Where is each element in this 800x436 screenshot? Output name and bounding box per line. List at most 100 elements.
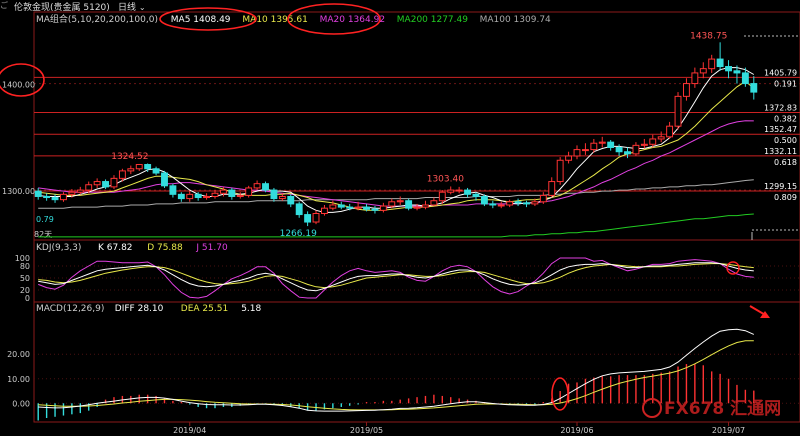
candle-up	[312, 213, 320, 223]
candle-up	[497, 204, 505, 207]
candle-down	[270, 189, 278, 200]
candle-up	[447, 189, 455, 193]
date-label: 2019/04	[173, 426, 206, 435]
candle-up	[76, 189, 84, 193]
candle-down	[405, 200, 413, 209]
candle-down	[716, 58, 724, 68]
macd-tick-label: 20.00	[7, 350, 30, 359]
kdj-tick-label: 0	[25, 294, 30, 303]
candle-up	[657, 136, 665, 140]
candle-down	[295, 203, 303, 216]
candle-up	[556, 159, 564, 183]
candle-up	[203, 195, 211, 199]
chart-svg: 1400.00 1300.00 0.79 82天 1405.79 0.191 1372.83…	[0, 3, 800, 435]
fib-ratio-label: 0.618	[774, 158, 797, 167]
candle-down	[472, 193, 480, 197]
candle-down	[177, 193, 185, 200]
fib-ratio-label: 0.191	[774, 79, 797, 88]
candle-up	[118, 170, 126, 179]
candle-down	[43, 195, 51, 199]
candle-up	[455, 189, 463, 192]
axis-label-1300: 1300.00	[2, 187, 35, 196]
candle-down	[615, 146, 623, 153]
candle-down	[304, 214, 312, 223]
macd-tick-label: 10.00	[7, 375, 30, 384]
left-text-days: 82天	[34, 230, 52, 239]
candle-up	[531, 201, 539, 205]
candle-down	[733, 70, 741, 74]
candle-up	[127, 168, 135, 172]
kdj-d-line	[38, 263, 754, 289]
candle-down	[624, 151, 631, 155]
candle-down	[371, 208, 379, 211]
candle-down	[464, 189, 472, 195]
fib-ratio-label: 0.500	[774, 136, 797, 145]
plot-frame	[33, 11, 800, 423]
kdj-legend-label: KDJ(9,3,3)	[36, 243, 81, 253]
macd-legend-value: 5.18	[241, 304, 261, 314]
candle-down	[228, 189, 236, 197]
candle-down	[161, 172, 168, 187]
candle-up	[135, 164, 143, 170]
candle-up	[93, 181, 101, 186]
fib-price-label: 1299.15	[764, 182, 797, 191]
ma20-line	[38, 120, 754, 207]
candle-up	[329, 204, 337, 209]
candle-down	[194, 193, 202, 199]
chart-window: ご 伦敦金现(贵金属 5120) 日线 ⌄ 1400.00 1300.00 0.79…	[0, 0, 800, 436]
candle-down	[514, 201, 522, 204]
ma-legend-value: MA200 1277.49	[397, 15, 468, 25]
candle-up	[682, 83, 690, 97]
candle-up	[379, 205, 387, 211]
candle-up	[640, 143, 648, 146]
candle-down	[34, 190, 42, 197]
candle-up	[422, 204, 429, 208]
candle-down	[750, 83, 758, 93]
kdj-legend-value: K 67.82	[98, 243, 133, 253]
candle-up	[60, 193, 67, 201]
watermark-text: FX678 汇通网	[664, 399, 781, 419]
candle-up	[186, 193, 194, 200]
annotation-high: 1438.75	[690, 31, 727, 41]
date-label: 2019/05	[350, 426, 383, 435]
fib-price-label: 1332.11	[764, 147, 797, 156]
candle-down	[152, 168, 160, 174]
candle-down	[102, 181, 110, 188]
watermark-logo-icon	[642, 398, 662, 418]
ma-legend-label: MA组合(5,10,20,200,100,0)	[36, 13, 158, 25]
candle-up	[632, 144, 640, 155]
candle-up	[68, 191, 76, 195]
candle-up	[598, 141, 606, 144]
candle-up	[708, 58, 716, 70]
candle-up	[548, 181, 556, 196]
candle-up	[245, 187, 253, 196]
fib-price-label: 1372.83	[764, 104, 797, 113]
ma200-line	[38, 213, 754, 238]
candle-down	[337, 204, 345, 208]
ma-legend-value: MA5 1408.49	[171, 15, 231, 25]
candle-up	[539, 194, 547, 203]
candle-up	[565, 155, 573, 161]
candle-up	[253, 183, 261, 189]
candle-down	[287, 195, 295, 205]
macd-dea-line	[38, 340, 754, 411]
kdj-tick-label: 50	[20, 274, 30, 283]
fib-price-label: 1352.47	[764, 125, 797, 134]
candle-up	[674, 95, 682, 127]
candle-up	[278, 195, 286, 200]
candle-up	[320, 207, 328, 215]
candle-down	[523, 202, 530, 205]
candle-down	[169, 185, 177, 195]
candle-up	[388, 201, 396, 207]
kdj-tick-label: 80	[20, 262, 30, 271]
candle-down	[346, 206, 354, 209]
macd-diff-line	[38, 328, 755, 412]
annotation-low: 1266.19	[280, 229, 317, 239]
candle-up	[236, 194, 244, 197]
macd-tick-label: 0.00	[12, 399, 30, 408]
annotation-high: 1324.52	[111, 152, 148, 162]
fib-ratio-label: 0.382	[774, 115, 797, 124]
candle-up	[413, 206, 421, 209]
candle-down	[363, 206, 370, 210]
candle-up	[691, 72, 699, 85]
